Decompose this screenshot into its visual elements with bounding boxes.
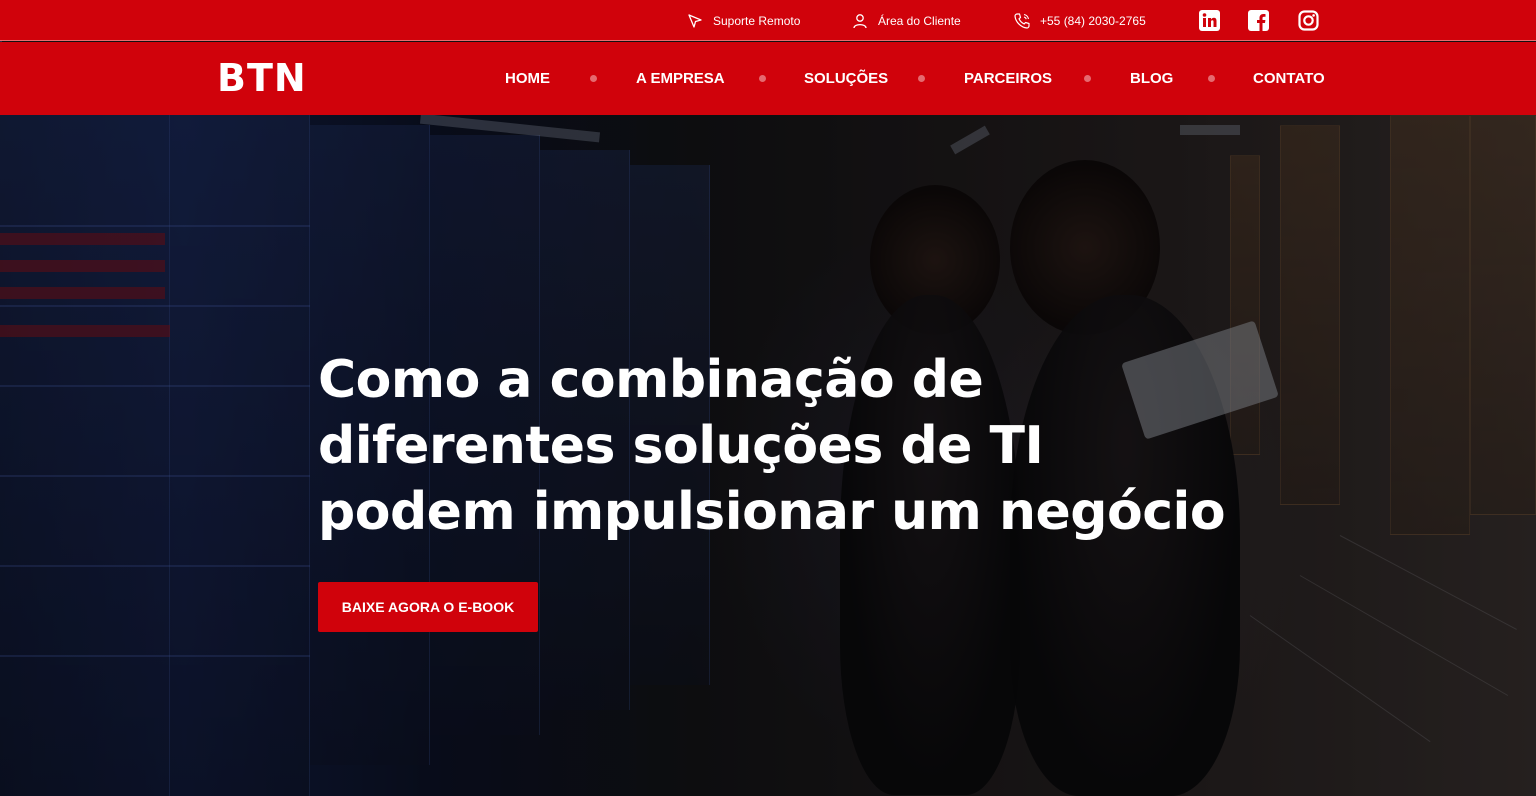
linkedin-icon[interactable] — [1199, 10, 1220, 31]
user-icon — [851, 12, 869, 30]
nav-separator-dot — [918, 75, 925, 82]
area-cliente-label: Área do Cliente — [878, 13, 961, 28]
phone-icon — [1013, 12, 1031, 30]
nav-item-solucoes[interactable]: SOLUÇÕES — [804, 42, 888, 115]
suporte-remoto-label: Suporte Remoto — [713, 13, 801, 28]
download-ebook-button[interactable]: BAIXE AGORA O E-BOOK — [318, 582, 538, 632]
nav-separator-dot — [1084, 75, 1091, 82]
top-utility-bar: Suporte Remoto Área do Cliente +55 (84) … — [0, 0, 1536, 41]
nav-item-blog[interactable]: BLOG — [1130, 42, 1173, 115]
main-navbar: BTN HOME A EMPRESA SOLUÇÕES PARCEIROS BL… — [0, 42, 1536, 115]
cursor-arrow-icon — [686, 12, 704, 30]
nav-separator-dot — [1208, 75, 1215, 82]
nav-separator-dot — [759, 75, 766, 82]
area-cliente-link[interactable]: Área do Cliente — [851, 0, 961, 41]
btn-logo[interactable]: BTN — [217, 56, 307, 100]
hero-banner: Como a combinação de diferentes soluções… — [0, 115, 1536, 796]
phone-label: +55 (84) 2030-2765 — [1040, 13, 1146, 28]
logo-text: BTN — [217, 56, 307, 100]
instagram-icon[interactable] — [1298, 10, 1319, 31]
hero-title: Como a combinação de diferentes soluções… — [318, 350, 1226, 542]
phone-link[interactable]: +55 (84) 2030-2765 — [1013, 0, 1146, 41]
nav-item-a-empresa[interactable]: A EMPRESA — [636, 42, 725, 115]
nav-item-contato[interactable]: CONTATO — [1253, 42, 1325, 115]
facebook-icon[interactable] — [1248, 10, 1269, 31]
nav-separator-dot — [590, 75, 597, 82]
nav-item-home[interactable]: HOME — [505, 42, 550, 115]
nav-item-parceiros[interactable]: PARCEIROS — [964, 42, 1052, 115]
suporte-remoto-link[interactable]: Suporte Remoto — [686, 0, 800, 41]
